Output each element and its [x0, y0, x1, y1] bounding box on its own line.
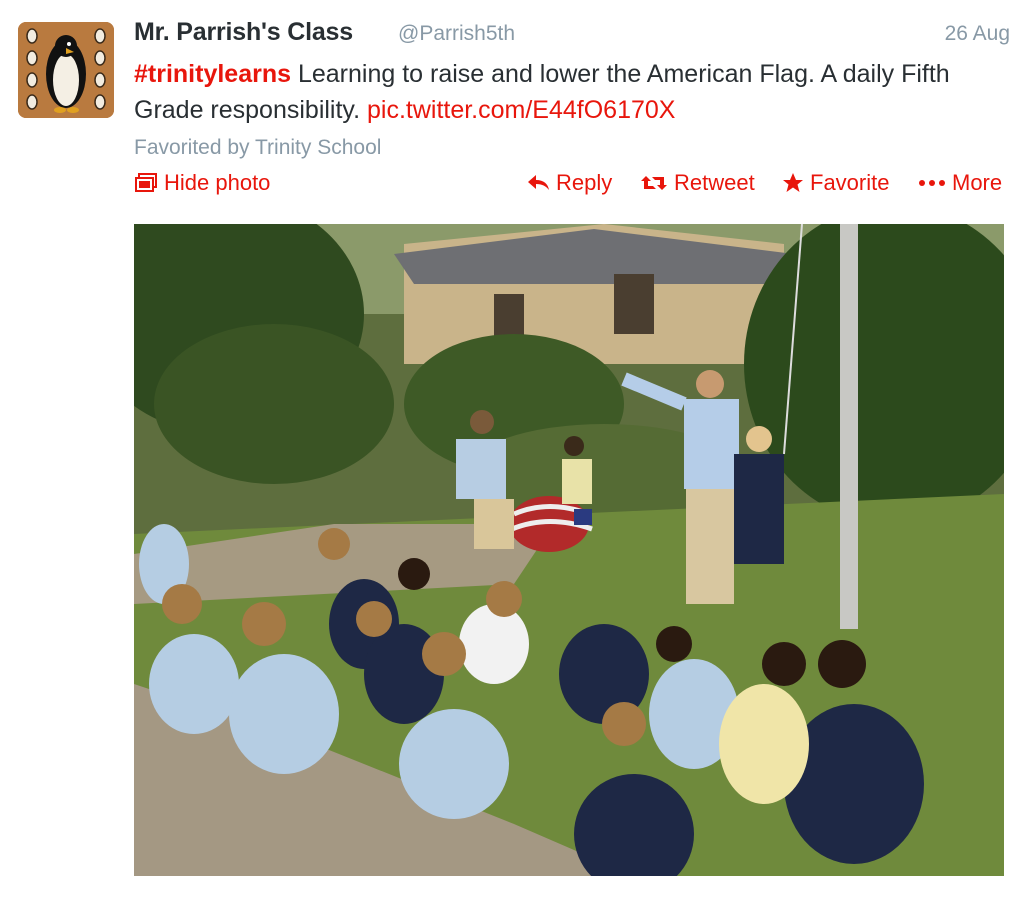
tweet-text: #trinitylearns Learning to raise and low…	[134, 56, 1014, 128]
favorited-by: Favorited by Trinity School	[134, 136, 382, 159]
retweet-icon	[640, 173, 668, 193]
star-icon	[782, 172, 804, 194]
account-handle[interactable]: @Parrish5th	[398, 22, 515, 46]
reply-button[interactable]: Reply	[526, 170, 612, 196]
media-link[interactable]: pic.twitter.com/E44fO6170X	[367, 96, 675, 124]
hide-photo-button[interactable]: Hide photo	[134, 170, 270, 196]
tweet-photo[interactable]	[134, 224, 1004, 876]
retweet-label: Retweet	[674, 170, 755, 195]
photo-icon	[134, 172, 158, 194]
hide-photo-label: Hide photo	[164, 170, 271, 195]
account-name[interactable]: Mr. Parrish's Class	[134, 18, 353, 47]
favorite-button[interactable]: Favorite	[782, 170, 889, 196]
more-button[interactable]: More	[918, 170, 1002, 196]
tweet-timestamp[interactable]: 26 Aug	[945, 22, 1010, 46]
flag-ceremony-photo	[134, 224, 1004, 876]
tweet-actions: Hide photo Reply Retweet Favorite More	[134, 170, 1010, 204]
penguin-logo-icon	[18, 22, 114, 118]
reply-label: Reply	[556, 170, 613, 195]
more-icon	[918, 178, 946, 188]
favorite-label: Favorite	[810, 170, 890, 195]
reply-icon	[526, 173, 550, 193]
hashtag-link[interactable]: #trinitylearns	[134, 60, 291, 88]
retweet-button[interactable]: Retweet	[640, 170, 755, 196]
avatar[interactable]	[18, 22, 114, 118]
more-label: More	[952, 170, 1003, 195]
